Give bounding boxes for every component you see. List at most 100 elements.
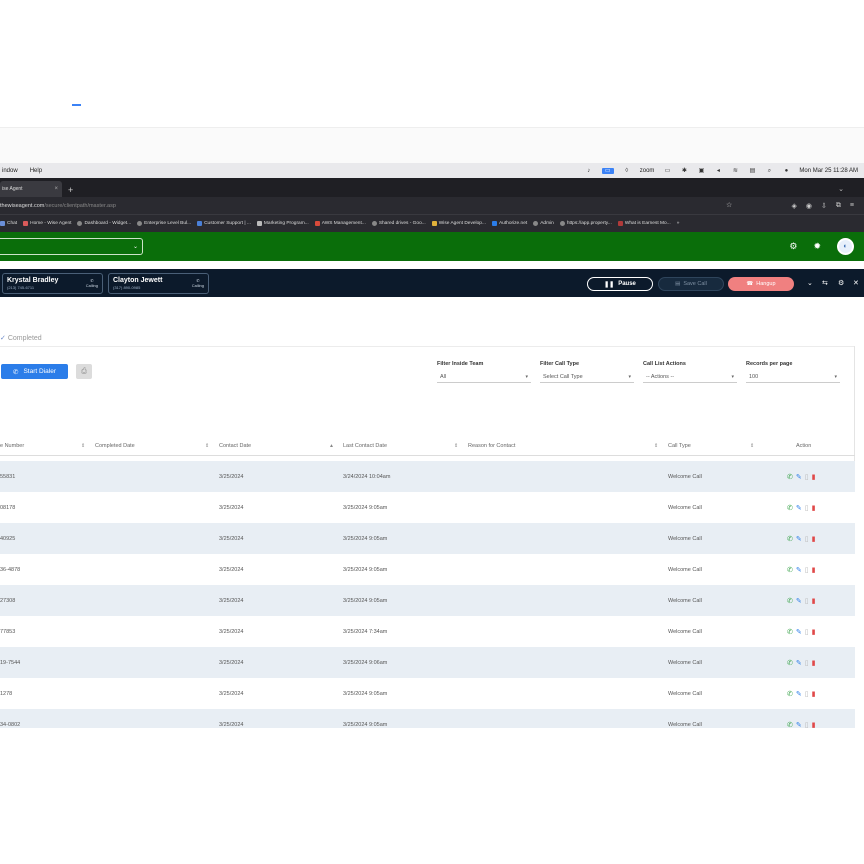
avatar[interactable]: ◐ (837, 238, 854, 255)
swap-icon[interactable]: ⇆ (822, 279, 828, 287)
table-row[interactable]: 27308 3/25/2024 3/25/2024 9:05am Welcome Ca… (0, 585, 855, 616)
edit-pencil-icon[interactable]: ✎ (796, 566, 802, 574)
trash-icon[interactable]: ▮ (812, 628, 816, 636)
bookmark-item[interactable]: AWS Management... (314, 221, 366, 226)
call-icon[interactable]: ✆ (787, 628, 793, 636)
edit-pencil-icon[interactable]: ✎ (796, 659, 802, 667)
menu-icon[interactable]: ≡ (850, 202, 854, 210)
wifi-icon[interactable]: ≋ (731, 168, 739, 174)
col-reason[interactable]: Reason for Contact (468, 443, 515, 449)
control-center-icon[interactable]: ▤ (748, 168, 756, 174)
bookmarks-overflow-icon[interactable]: » (677, 221, 680, 226)
url-field[interactable]: thewiseagent.com/secure/clientpath/maste… (0, 203, 116, 209)
copy-icon[interactable]: ▯ (805, 690, 809, 698)
copy-icon[interactable]: ▯ (805, 597, 809, 605)
sort-icon[interactable]: ⇕ (81, 443, 85, 449)
edit-pencil-icon[interactable]: ✎ (796, 628, 802, 636)
bookmark-star-icon[interactable]: ☆ (726, 201, 732, 209)
team-select[interactable]: ⌄ (0, 238, 143, 255)
copy-icon[interactable]: ▯ (805, 566, 809, 574)
trash-icon[interactable]: ▮ (812, 659, 816, 667)
pause-button[interactable]: ❚❚ Pause (587, 277, 653, 291)
bookmark-item[interactable]: Shared drives - Goo... (371, 221, 426, 226)
chevron-down-icon[interactable]: ⌄ (838, 185, 864, 193)
bluetooth-icon[interactable]: ✱ (680, 168, 688, 174)
table-row[interactable]: 36-4878 3/25/2024 3/25/2024 9:05am Welcome … (0, 554, 855, 585)
call-icon[interactable]: ✆ (787, 504, 793, 512)
trash-icon[interactable]: ▮ (812, 597, 816, 605)
menu-help[interactable]: Help (30, 168, 42, 174)
spotlight-icon[interactable]: ⌕ (765, 168, 773, 174)
trash-icon[interactable]: ▮ (812, 690, 816, 698)
trash-icon[interactable]: ▮ (812, 504, 816, 512)
call-icon[interactable]: ✆ (787, 659, 793, 667)
bookmark-item[interactable]: Admin (533, 221, 554, 226)
table-row[interactable]: 1278 3/25/2024 3/25/2024 9:05am Welcome Cal… (0, 678, 855, 709)
bookmark-item[interactable]: What is Earnest Mo... (617, 221, 671, 226)
bookmark-item[interactable]: https://app.property... (559, 221, 612, 226)
extensions-icon[interactable]: ⧉ (836, 202, 841, 210)
call-icon[interactable]: ✆ (787, 597, 793, 605)
edit-pencil-icon[interactable]: ✎ (796, 504, 802, 512)
chevron-down-icon[interactable]: ⌄ (807, 279, 813, 287)
call-icon[interactable]: ✆ (787, 721, 793, 728)
shield-icon[interactable]: ◈ (792, 202, 797, 210)
copy-icon[interactable]: ▯ (805, 473, 809, 481)
display-icon[interactable]: ▣ (697, 168, 705, 174)
browser-tab[interactable]: ise Agent × (0, 181, 62, 197)
bookmark-item[interactable]: Wise Agent Develop... (431, 221, 486, 226)
menu-clock[interactable]: Mon Mar 25 11:28 AM (799, 168, 858, 174)
close-tab-icon[interactable]: × (54, 186, 58, 192)
copy-icon[interactable]: ▯ (805, 721, 809, 728)
dropbox-icon[interactable]: ◊ (623, 168, 631, 174)
col-completed-date[interactable]: Completed Date (95, 443, 135, 449)
table-row[interactable]: 77853 3/25/2024 3/25/2024 7:34am Welcome Ca… (0, 616, 855, 647)
records-per-page-select[interactable]: 100 ▾ (746, 371, 840, 383)
edit-pencil-icon[interactable]: ✎ (796, 597, 802, 605)
table-row[interactable]: 34-0802 3/25/2024 3/25/2024 9:05am Welcome … (0, 709, 855, 728)
trash-icon[interactable]: ▮ (812, 535, 816, 543)
bookmark-item[interactable]: Marketing Program... (256, 221, 309, 226)
save-call-button[interactable]: ▤ Save Call (658, 277, 724, 291)
copy-icon[interactable]: ▯ (805, 659, 809, 667)
bookmark-item[interactable]: Customer Support | ... (197, 221, 251, 226)
hangup-button[interactable]: ☎ Hangup (728, 277, 794, 291)
call-list-actions-select[interactable]: -- Actions -- ▾ (643, 371, 737, 383)
print-button[interactable]: ⎙ (76, 364, 92, 379)
sort-icon[interactable]: ⇕ (454, 443, 458, 449)
screen-share-icon[interactable]: ▭ (601, 167, 614, 174)
col-contact-date[interactable]: Contact Date (219, 443, 251, 449)
copy-icon[interactable]: ▯ (805, 504, 809, 512)
filter-team-select[interactable]: All ▾ (437, 371, 531, 383)
bookmark-item[interactable]: Enterprise Level Bul... (137, 221, 191, 226)
call-icon[interactable]: ✆ (787, 690, 793, 698)
table-row[interactable]: 08178 3/25/2024 3/25/2024 9:05am Welcome Ca… (0, 492, 855, 523)
gear-icon[interactable]: ⚙ (789, 241, 797, 252)
bookmark-item[interactable]: Dashboard - Widget... (77, 221, 131, 226)
call-icon[interactable]: ✆ (787, 566, 793, 574)
notification-bell-icon[interactable]: ✹ (813, 241, 821, 252)
col-number[interactable]: e Number (0, 443, 24, 449)
edit-pencil-icon[interactable]: ✎ (796, 721, 802, 728)
call-icon[interactable]: ✆ (787, 473, 793, 481)
edit-pencil-icon[interactable]: ✎ (796, 473, 802, 481)
menu-window[interactable]: indow (2, 168, 18, 174)
bookmark-item[interactable]: Authorize.net (491, 221, 527, 226)
gear-icon[interactable]: ⚙ (838, 279, 844, 287)
zoom-status[interactable]: zoom (640, 168, 655, 174)
trash-icon[interactable]: ▮ (812, 473, 816, 481)
caller-card[interactable]: Krystal Bradley (213) 745-6711 ✆ Calling (2, 272, 103, 294)
table-row[interactable]: 19-7544 3/25/2024 3/25/2024 9:06am Welcome … (0, 647, 855, 678)
downloads-icon[interactable]: ⇩ (821, 202, 827, 210)
call-icon[interactable]: ✆ (787, 535, 793, 543)
filter-call-type-select[interactable]: Select Call Type ▾ (540, 371, 634, 383)
sort-asc-icon[interactable]: ▲ (329, 443, 334, 449)
close-icon[interactable]: ✕ (853, 279, 859, 287)
col-call-type[interactable]: Call Type (668, 443, 691, 449)
mic-icon[interactable]: ♪ (585, 168, 593, 174)
trash-icon[interactable]: ▮ (812, 566, 816, 574)
table-row[interactable]: 40925 3/25/2024 3/25/2024 9:05am Welcome Ca… (0, 523, 855, 554)
trash-icon[interactable]: ▮ (812, 721, 816, 728)
sort-icon[interactable]: ⇕ (654, 443, 658, 449)
volume-icon[interactable]: ◂ (714, 168, 722, 174)
